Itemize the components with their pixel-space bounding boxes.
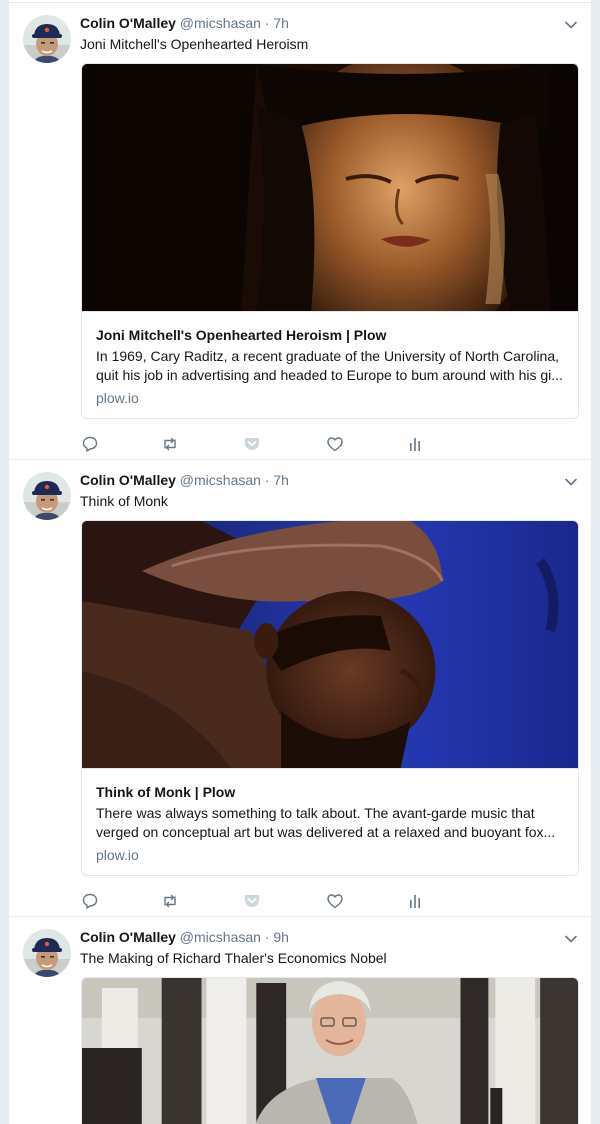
separator-dot: · (264, 15, 270, 31)
reply-icon[interactable] (81, 892, 99, 910)
like-icon[interactable] (326, 892, 344, 910)
retweet-icon[interactable] (161, 892, 179, 910)
timestamp[interactable]: 7h (273, 472, 289, 488)
user-handle[interactable]: @micshasan (180, 472, 261, 488)
chevron-down-icon[interactable] (563, 474, 579, 490)
tweet[interactable]: Colin O'Malley @micshasan · 7h Joni Mitc… (9, 2, 593, 459)
timestamp[interactable]: 9h (273, 929, 289, 945)
timeline: Colin O'Malley @micshasan · 7h Joni Mitc… (8, 0, 593, 1124)
tweet-actions (81, 892, 441, 912)
pocket-icon[interactable] (243, 892, 261, 910)
chevron-down-icon[interactable] (563, 931, 579, 947)
card-body: Think of Monk | Plow There was always so… (82, 768, 578, 875)
avatar[interactable] (23, 15, 71, 63)
display-name[interactable]: Colin O'Malley (80, 472, 176, 488)
retweet-icon[interactable] (161, 435, 179, 453)
link-card[interactable]: Joni Mitchell's Openhearted Heroism | Pl… (81, 63, 579, 419)
card-domain: plow.io (96, 847, 139, 863)
reply-icon[interactable] (81, 435, 99, 453)
tweet-header: Colin O'Malley @micshasan · 7h (80, 13, 289, 33)
link-card[interactable] (81, 977, 579, 1124)
tweet-actions (81, 435, 441, 455)
card-title: Joni Mitchell's Openhearted Heroism | Pl… (96, 327, 387, 343)
link-card[interactable]: Think of Monk | Plow There was always so… (81, 520, 579, 876)
tweet[interactable]: Colin O'Malley @micshasan · 7h Think of … (9, 459, 593, 916)
analytics-icon[interactable] (406, 435, 424, 453)
card-description: In 1969, Cary Raditz, a recent graduate … (96, 348, 563, 383)
display-name[interactable]: Colin O'Malley (80, 15, 176, 31)
card-domain: plow.io (96, 390, 139, 406)
card-image (82, 521, 578, 768)
card-image (82, 978, 578, 1124)
pocket-icon[interactable] (243, 435, 261, 453)
chevron-down-icon[interactable] (563, 17, 579, 33)
display-name[interactable]: Colin O'Malley (80, 929, 176, 945)
user-handle[interactable]: @micshasan (180, 929, 261, 945)
tweet-text: The Making of Richard Thaler's Economics… (80, 950, 387, 966)
avatar[interactable] (23, 929, 71, 977)
tweet[interactable]: Colin O'Malley @micshasan · 9h The Makin… (9, 916, 593, 1124)
tweet-text: Think of Monk (80, 493, 168, 509)
user-handle[interactable]: @micshasan (180, 15, 261, 31)
separator-dot: · (264, 929, 270, 945)
card-image (82, 64, 578, 311)
like-icon[interactable] (326, 435, 344, 453)
tweet-header: Colin O'Malley @micshasan · 9h (80, 927, 289, 947)
tweet-header: Colin O'Malley @micshasan · 7h (80, 470, 289, 490)
card-title: Think of Monk | Plow (96, 784, 236, 800)
avatar[interactable] (23, 472, 71, 520)
card-description: There was always something to talk about… (96, 805, 556, 840)
card-body: Joni Mitchell's Openhearted Heroism | Pl… (82, 311, 578, 418)
separator-dot: · (264, 472, 270, 488)
analytics-icon[interactable] (406, 892, 424, 910)
tweet-text: Joni Mitchell's Openhearted Heroism (80, 36, 309, 52)
timestamp[interactable]: 7h (273, 15, 289, 31)
